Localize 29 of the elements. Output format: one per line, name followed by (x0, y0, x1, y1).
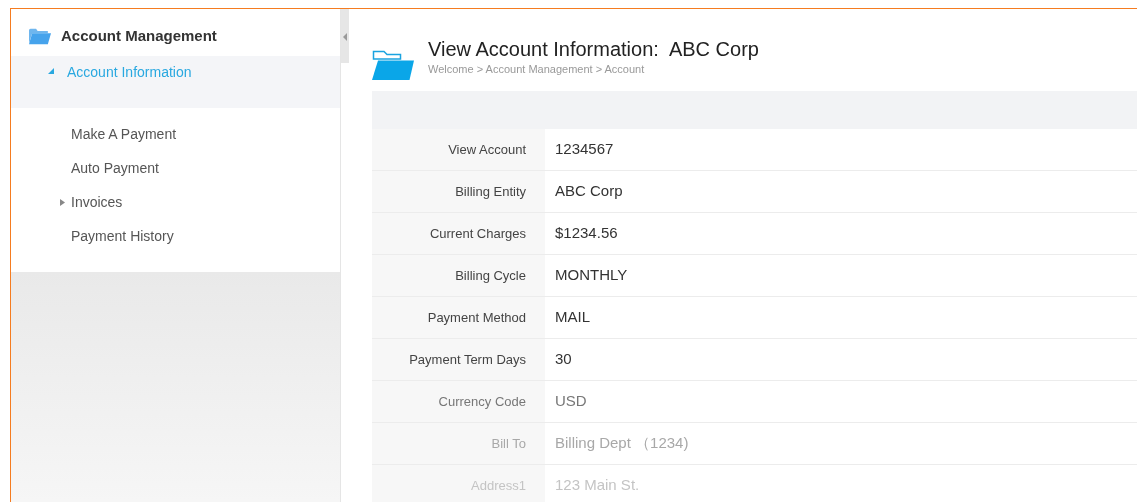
field-label: Currency Code (372, 381, 545, 422)
field-label: Bill To (372, 423, 545, 464)
field-label: View Account (372, 129, 545, 170)
breadcrumb: Welcome > Account Management > Account (428, 62, 646, 77)
field-value: MONTHLY (554, 265, 628, 286)
nav-subitem[interactable]: Make A Payment (11, 117, 340, 152)
field-value: Billing Dept （1234) (554, 433, 689, 454)
sidebar-title: Account Management (61, 26, 217, 46)
collapsed-triangle-icon[interactable] (60, 199, 66, 206)
field-label: Billing Entity (372, 171, 545, 212)
field-label: Payment Term Days (372, 339, 545, 380)
collapse-arrow-icon[interactable] (343, 33, 347, 41)
field-label: Current Charges (372, 213, 545, 254)
expanded-triangle-icon[interactable] (48, 68, 54, 75)
field-label: Billing Cycle (372, 255, 545, 296)
field-value: $1234.56 (554, 223, 618, 244)
nav-subitem[interactable]: Invoices (11, 185, 340, 220)
folder-icon (372, 49, 414, 81)
field-value: MAIL (554, 307, 590, 328)
nav-subitem[interactable]: Payment History (11, 219, 340, 254)
field-value: 123 Main St. (554, 475, 640, 496)
field-value: 30 (554, 349, 572, 370)
page-title: View Account Information: ABC Corp (428, 37, 759, 61)
folder-icon (29, 27, 51, 45)
nav-subitem[interactable]: Auto Payment (11, 151, 340, 186)
field-label: Payment Method (372, 297, 545, 338)
field-value: 1234567 (554, 139, 614, 160)
field-value: USD (554, 391, 587, 412)
field-value: ABC Corp (554, 181, 623, 202)
